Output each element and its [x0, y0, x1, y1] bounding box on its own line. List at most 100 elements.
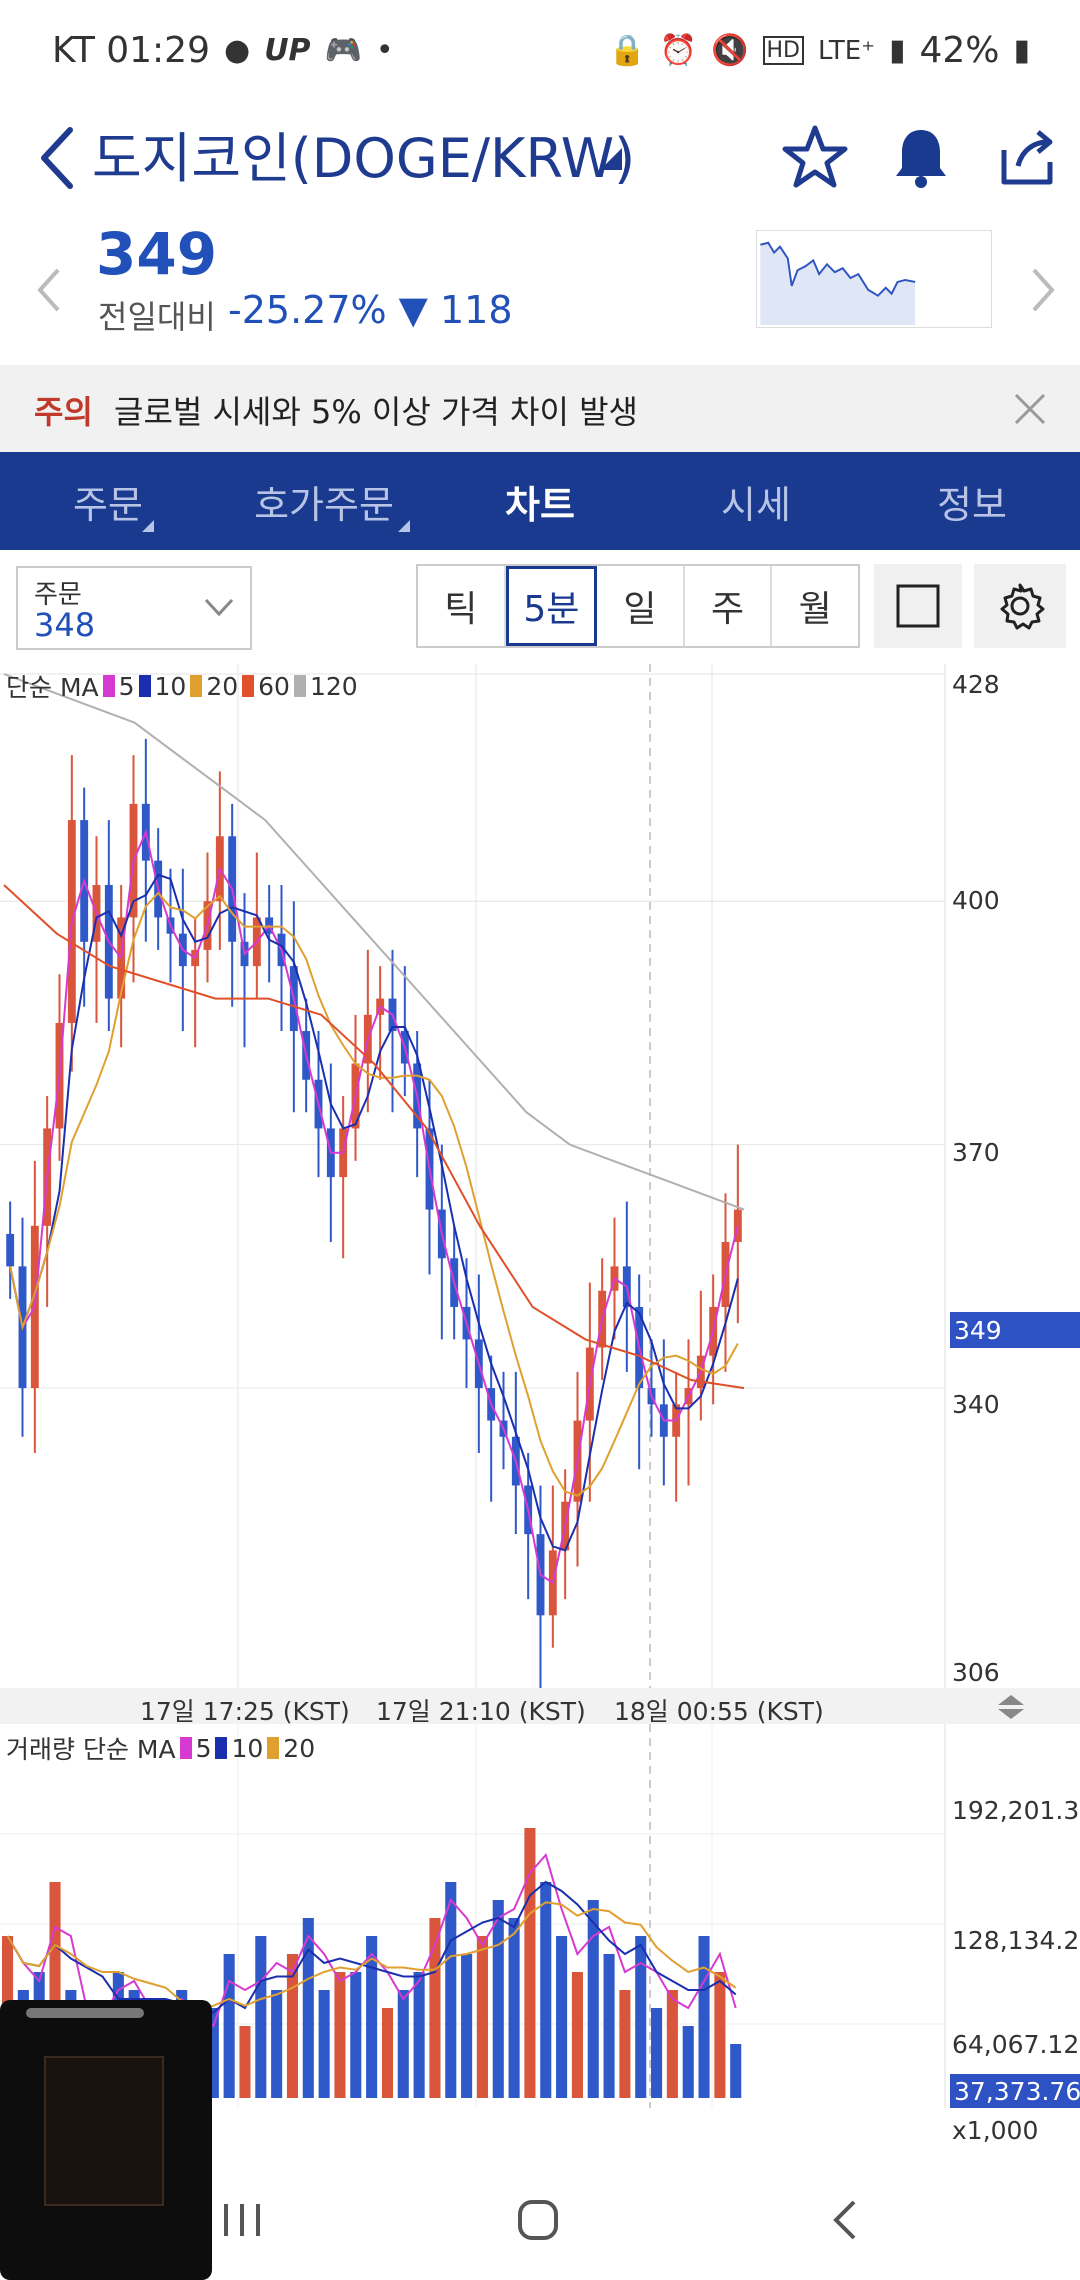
x-tick: 17일 21:10 (KST) — [376, 1697, 586, 1726]
change-label: 전일대비 — [98, 298, 216, 336]
tab-quotes[interactable]: 시세 — [648, 452, 864, 550]
volume-bar — [445, 1882, 457, 2098]
signal-icon: ▮ — [888, 33, 906, 68]
volume-bar — [540, 1882, 552, 2098]
price-legend: 단순 MA 5 10 20 60 120 — [6, 668, 358, 704]
dropdown-caret-icon[interactable] — [600, 148, 622, 170]
period-month[interactable]: 월 — [772, 566, 858, 646]
back-icon[interactable] — [30, 118, 90, 198]
bell-icon[interactable] — [886, 122, 956, 192]
status-left: KT 01:29 ● UP 🎮 • — [52, 30, 394, 71]
volume-bar — [508, 1918, 520, 2098]
volume-legend: 거래량 단순 MA 5 10 20 — [6, 1730, 315, 1766]
volume-bar — [239, 2026, 251, 2098]
tab-order-label: 주문 — [73, 482, 143, 527]
volume-bar — [492, 1900, 504, 2098]
volume-bar — [619, 1990, 631, 2098]
period-week[interactable]: 주 — [685, 566, 773, 646]
legend-period: 60 — [258, 671, 290, 701]
fullscreen-button[interactable] — [874, 564, 962, 648]
main-tabs: 주문 호가주문 차트 시세 정보 — [0, 452, 1080, 550]
hd-icon: HD — [762, 36, 804, 65]
volume-y-tick: 64,067.126 — [952, 2030, 1080, 2059]
legend-swatch — [293, 675, 306, 697]
floating-video-overlay[interactable] — [0, 2000, 212, 2280]
volume-bar — [476, 1936, 488, 2098]
resize-handle-icon[interactable] — [996, 1694, 1026, 1720]
volume-bar — [271, 1990, 283, 2098]
notice-message: 글로벌 시세와 5% 이상 가격 차이 발생 — [114, 393, 638, 431]
volume-bar — [223, 1954, 235, 2098]
period-selector: 틱 5분 일 주 월 — [416, 564, 860, 648]
period-day[interactable]: 일 — [597, 566, 685, 646]
volume-bar — [255, 1936, 267, 2098]
tab-chart-label: 차트 — [505, 482, 575, 527]
volume-bar — [635, 1936, 647, 2098]
volume-unit: x1,000 — [952, 2116, 1039, 2145]
star-icon[interactable] — [780, 122, 850, 192]
volume-bar — [318, 1990, 330, 2098]
share-icon[interactable] — [992, 122, 1062, 192]
up-app-icon: UP — [264, 33, 311, 68]
legend-swatch — [242, 675, 255, 697]
volume-bar — [730, 2044, 742, 2098]
home-icon[interactable] — [508, 2190, 568, 2250]
tab-info-label: 정보 — [937, 482, 1007, 527]
tab-chart[interactable]: 차트 — [432, 452, 648, 550]
price-legend-label: 단순 MA — [6, 673, 99, 702]
warning-notice: 주의 글로벌 시세와 5% 이상 가격 차이 발생 — [0, 365, 1080, 455]
y-tick: 370 — [952, 1138, 1000, 1167]
chevron-down-icon — [204, 598, 234, 617]
legend-period: 5 — [118, 671, 135, 701]
next-coin-icon[interactable] — [1022, 260, 1062, 320]
period-5min[interactable]: 5분 — [505, 566, 598, 646]
battery-level: 42% — [919, 30, 1000, 71]
network-type: LTE⁺ — [818, 35, 875, 66]
volume-y-tick: 192,201.377 — [952, 1796, 1080, 1825]
drag-handle[interactable] — [26, 2008, 144, 2018]
back-nav-icon[interactable] — [816, 2190, 876, 2250]
square-icon — [896, 584, 940, 628]
prev-coin-icon[interactable] — [30, 260, 70, 320]
volume-y-tick: 128,134.251 — [952, 1926, 1080, 1955]
notice-tag: 주의 — [34, 393, 93, 431]
mute-icon: 🔇 — [711, 33, 749, 68]
current-price: 349 — [96, 220, 218, 288]
volume-bar — [698, 1936, 710, 2098]
x-tick: 18일 00:55 (KST) — [614, 1697, 824, 1726]
tab-orderbook-order-label: 호가주문 — [254, 482, 394, 527]
system-nav-bar — [212, 2160, 1080, 2280]
volume-bar — [603, 1954, 615, 2098]
coin-title[interactable]: 도지코인(DOGE/KRW) — [92, 114, 635, 193]
tab-info[interactable]: 정보 — [864, 452, 1080, 550]
recent-apps-icon[interactable] — [212, 2190, 272, 2250]
volume-bar — [381, 2008, 393, 2098]
tab-quotes-label: 시세 — [721, 482, 791, 527]
sparkline-chart — [756, 230, 992, 328]
volume-bar — [714, 1972, 726, 2098]
price-legend-items: 5 10 20 60 120 — [102, 671, 358, 701]
legend-period: 5 — [195, 1733, 212, 1763]
kakaotalk-icon: ● — [224, 33, 251, 68]
price-chart[interactable] — [0, 664, 1080, 1724]
volume-bar — [587, 1900, 599, 2098]
y-tick: 340 — [952, 1390, 1000, 1419]
tab-orderbook-order[interactable]: 호가주문 — [216, 452, 432, 550]
settings-button[interactable] — [974, 564, 1066, 648]
volume-bar — [571, 1972, 583, 2098]
chart-area[interactable]: 단순 MA 5 10 20 60 120 428 400 370 340 306 349… — [0, 664, 1080, 2108]
volume-bar — [397, 1990, 409, 2098]
legend-swatch — [267, 1737, 280, 1759]
tab-order[interactable]: 주문 — [0, 452, 216, 550]
volume-legend-items: 5 10 20 — [179, 1733, 315, 1763]
volume-bar — [666, 1990, 678, 2098]
tab-caret-icon — [398, 520, 410, 532]
order-select[interactable]: 주문 348 — [16, 566, 252, 650]
close-icon[interactable] — [1010, 389, 1050, 429]
legend-swatch — [215, 1737, 228, 1759]
carrier-time: KT 01:29 — [52, 30, 210, 71]
volume-bar — [651, 2008, 663, 2098]
period-tick[interactable]: 틱 — [418, 566, 506, 646]
more-dot-icon: • — [375, 33, 394, 68]
y-tick: 428 — [952, 670, 1000, 699]
